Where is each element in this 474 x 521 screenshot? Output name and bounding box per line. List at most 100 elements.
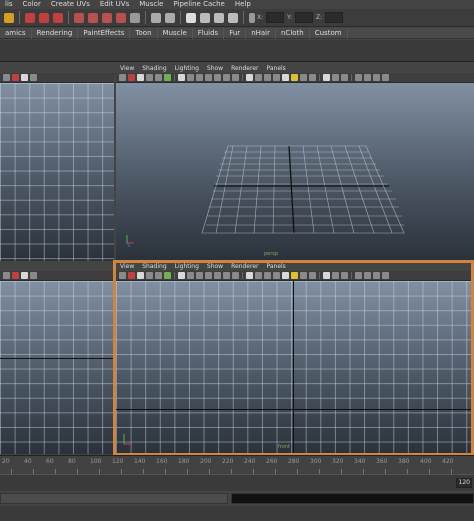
frame-selected-icon[interactable] — [373, 74, 380, 81]
bookmark-icon[interactable] — [146, 272, 153, 279]
time-slider[interactable]: 20 40 60 80 100 120 140 160 180 200 220 … — [0, 455, 474, 474]
safe-title-icon[interactable] — [232, 272, 239, 279]
camera-icon[interactable] — [119, 74, 126, 81]
safe-action-icon[interactable] — [223, 272, 230, 279]
image-plane-icon[interactable] — [155, 74, 162, 81]
wireframe-on-shaded-icon[interactable] — [264, 74, 271, 81]
render-icon[interactable] — [200, 12, 210, 23]
menu-item[interactable]: Muscle — [134, 0, 168, 9]
front-viewport[interactable]: front — [116, 281, 474, 454]
film-gate-icon[interactable] — [187, 74, 194, 81]
z-field[interactable] — [325, 12, 344, 23]
camera-icon[interactable] — [3, 272, 10, 279]
folder-icon[interactable] — [4, 12, 14, 23]
ipr-render-icon[interactable] — [214, 12, 224, 23]
viewport-menu-show[interactable]: Show — [203, 262, 227, 271]
smooth-shade-icon[interactable] — [30, 272, 37, 279]
bookmark-icon[interactable] — [146, 74, 153, 81]
shadows-icon[interactable] — [309, 272, 316, 279]
render-settings-icon[interactable] — [228, 12, 238, 23]
viewport-menu-panels[interactable]: Panels — [262, 262, 289, 271]
image-plane-icon[interactable] — [155, 272, 162, 279]
magnet-icon[interactable] — [130, 12, 140, 23]
shelf-tab[interactable]: Fluids — [193, 27, 225, 39]
frame-all-icon[interactable] — [364, 74, 371, 81]
backface-icon[interactable] — [341, 272, 348, 279]
wireframe-icon[interactable] — [246, 272, 253, 279]
snap-grid-icon[interactable] — [74, 12, 84, 23]
viewport-menu-panels[interactable]: Panels — [262, 64, 289, 73]
wireframe-icon[interactable] — [21, 272, 28, 279]
shelf-tab[interactable]: amics — [0, 27, 32, 39]
menu-item[interactable]: lis — [0, 0, 18, 9]
y-field[interactable] — [295, 12, 314, 23]
shelf-tab[interactable]: Muscle — [158, 27, 193, 39]
camera-icon[interactable] — [3, 74, 10, 81]
default-light-icon[interactable] — [291, 272, 298, 279]
backface-icon[interactable] — [341, 74, 348, 81]
select-camera-icon[interactable] — [12, 74, 19, 81]
shelf-tab[interactable]: nHair — [246, 27, 276, 39]
mel-input[interactable] — [0, 493, 228, 504]
viewport-menu-lighting[interactable]: Lighting — [171, 262, 203, 271]
smooth-shade-icon[interactable] — [255, 74, 262, 81]
input-mode-icon[interactable] — [249, 12, 255, 23]
textured-icon[interactable] — [273, 74, 280, 81]
select-camera-icon[interactable] — [12, 272, 19, 279]
safe-title-icon[interactable] — [232, 74, 239, 81]
camera-attributes-icon[interactable] — [137, 272, 144, 279]
xray-icon[interactable] — [323, 74, 330, 81]
end-time-field[interactable]: 120 — [456, 478, 472, 488]
wireframe-icon[interactable] — [21, 74, 28, 81]
hud-icon[interactable] — [382, 272, 389, 279]
xray-joints-icon[interactable] — [332, 74, 339, 81]
shelf-tab[interactable]: Fur — [224, 27, 247, 39]
two-d-pan-icon[interactable] — [164, 272, 171, 279]
smooth-shade-icon[interactable] — [30, 74, 37, 81]
grid-toggle-icon[interactable] — [178, 272, 185, 279]
viewport-menu-shading[interactable]: Shading — [138, 64, 170, 73]
xray-joints-icon[interactable] — [332, 272, 339, 279]
all-lights-icon[interactable] — [300, 74, 307, 81]
top-viewport[interactable] — [0, 83, 114, 261]
viewport-menu-view[interactable]: View — [116, 64, 138, 73]
side-viewport[interactable] — [0, 281, 114, 454]
resolution-gate-icon[interactable] — [196, 272, 203, 279]
select-by-object-icon[interactable] — [39, 12, 49, 23]
history-icon[interactable] — [151, 12, 161, 23]
shelf-tab[interactable]: Custom — [310, 27, 348, 39]
frame-all-icon[interactable] — [364, 272, 371, 279]
select-by-component-icon[interactable] — [53, 12, 63, 23]
menu-item[interactable]: Color — [18, 0, 46, 9]
select-by-hierarchy-icon[interactable] — [25, 12, 35, 23]
isolate-select-icon[interactable] — [355, 74, 362, 81]
shelf-tab[interactable]: nCloth — [276, 27, 310, 39]
menu-item[interactable]: Help — [230, 0, 256, 9]
x-field[interactable] — [266, 12, 285, 23]
safe-action-icon[interactable] — [223, 74, 230, 81]
gate-mask-icon[interactable] — [205, 74, 212, 81]
wireframe-on-shaded-icon[interactable] — [264, 272, 271, 279]
default-light-icon[interactable] — [291, 74, 298, 81]
select-camera-icon[interactable] — [128, 272, 135, 279]
snap-plane-icon[interactable] — [116, 12, 126, 23]
viewport-menu-renderer[interactable]: Renderer — [227, 262, 262, 271]
gate-mask-icon[interactable] — [205, 272, 212, 279]
xray-icon[interactable] — [323, 272, 330, 279]
menu-item[interactable]: Edit UVs — [95, 0, 134, 9]
textured-icon[interactable] — [273, 272, 280, 279]
viewport-menu-lighting[interactable]: Lighting — [171, 64, 203, 73]
resolution-gate-icon[interactable] — [196, 74, 203, 81]
field-chart-icon[interactable] — [214, 272, 221, 279]
viewport-menu-view[interactable]: View — [116, 262, 138, 271]
two-d-pan-icon[interactable] — [164, 74, 171, 81]
checker-icon[interactable] — [282, 272, 289, 279]
menu-item[interactable]: Create UVs — [46, 0, 95, 9]
viewport-menu-shading[interactable]: Shading — [138, 262, 170, 271]
shelf-tab[interactable]: Rendering — [32, 27, 79, 39]
persp-viewport[interactable]: persp — [116, 83, 474, 261]
range-slider[interactable]: 120 — [0, 474, 474, 491]
checker-icon[interactable] — [282, 74, 289, 81]
snap-curve-icon[interactable] — [88, 12, 98, 23]
shadows-icon[interactable] — [309, 74, 316, 81]
